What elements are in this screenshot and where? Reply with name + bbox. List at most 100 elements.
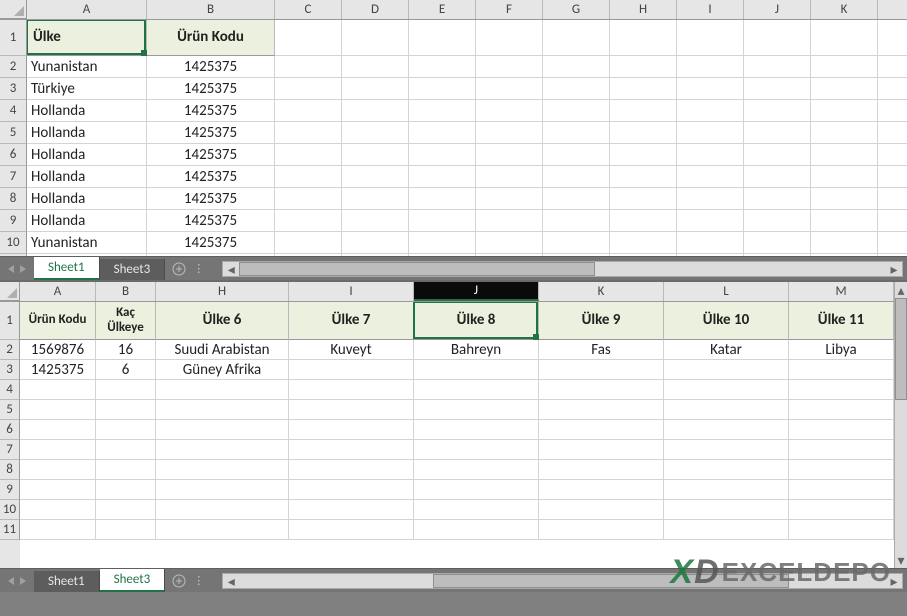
cell-A7[interactable]: Hollanda: [27, 166, 147, 188]
cell-I2[interactable]: [677, 56, 744, 78]
cell-L1[interactable]: [878, 20, 907, 56]
cell-H9[interactable]: [156, 480, 289, 500]
cell-H2[interactable]: [610, 56, 677, 78]
cell-C9[interactable]: [275, 210, 342, 232]
cell-L3[interactable]: [664, 360, 789, 380]
cell-J10[interactable]: [744, 232, 811, 254]
row-header-7[interactable]: 7: [0, 166, 27, 188]
cell-B9[interactable]: 1425375: [147, 210, 275, 232]
cell-I6[interactable]: [677, 144, 744, 166]
column-header-A[interactable]: A: [20, 282, 96, 301]
row-header-9[interactable]: 9: [0, 210, 27, 232]
cell-J4[interactable]: [744, 100, 811, 122]
cell-H8[interactable]: [156, 460, 289, 480]
cell-A1[interactable]: Ülke: [27, 20, 147, 56]
select-all-corner[interactable]: [0, 282, 20, 301]
cell-E3[interactable]: [409, 78, 476, 100]
sheet-tab-sheet3[interactable]: Sheet3: [100, 259, 166, 280]
cell-K10[interactable]: [811, 232, 878, 254]
cell-M5[interactable]: [789, 400, 894, 420]
cell-K1[interactable]: [811, 20, 878, 56]
cell-I3[interactable]: [289, 360, 414, 380]
cell-K5[interactable]: [811, 122, 878, 144]
new-sheet-button[interactable]: [165, 569, 193, 592]
cell-F2[interactable]: [476, 56, 543, 78]
row-header-8[interactable]: 8: [0, 188, 27, 210]
cell-B7[interactable]: 1425375: [147, 166, 275, 188]
cell-H2[interactable]: Suudi Arabistan: [156, 340, 289, 360]
cell-F1[interactable]: [476, 20, 543, 56]
cell-A3[interactable]: 1425375: [20, 360, 96, 380]
cell-I7[interactable]: [677, 166, 744, 188]
cell-G10[interactable]: [543, 232, 610, 254]
cell-J3[interactable]: [744, 78, 811, 100]
scroll-right-arrow-icon[interactable]: ▸: [886, 262, 902, 276]
cell-B6[interactable]: 1425375: [147, 144, 275, 166]
scroll-left-arrow-icon[interactable]: ◂: [223, 262, 239, 276]
cell-K5[interactable]: [539, 400, 664, 420]
cell-L6[interactable]: [878, 144, 907, 166]
cell-I4[interactable]: [677, 100, 744, 122]
row-header-2[interactable]: 2: [0, 340, 20, 360]
cell-G1[interactable]: [543, 20, 610, 56]
cell-J1[interactable]: Ülke 8: [414, 302, 539, 340]
cell-A10[interactable]: [20, 500, 96, 520]
cell-A2[interactable]: Yunanistan: [27, 56, 147, 78]
cell-I5[interactable]: [289, 400, 414, 420]
cell-H8[interactable]: [610, 188, 677, 210]
row-header-5[interactable]: 5: [0, 122, 27, 144]
tab-nav[interactable]: [0, 257, 34, 280]
column-header-B[interactable]: B: [147, 0, 275, 19]
cell-K6[interactable]: [811, 144, 878, 166]
cell-F5[interactable]: [476, 122, 543, 144]
cell-A4[interactable]: Hollanda: [27, 100, 147, 122]
cell-A3[interactable]: Türkiye: [27, 78, 147, 100]
scroll-down-arrow-icon[interactable]: ▾: [895, 552, 907, 568]
cell-E6[interactable]: [409, 144, 476, 166]
row-header-6[interactable]: 6: [0, 144, 27, 166]
cell-J4[interactable]: [414, 380, 539, 400]
cell-A5[interactable]: Hollanda: [27, 122, 147, 144]
cell-G2[interactable]: [543, 56, 610, 78]
cell-K8[interactable]: [539, 460, 664, 480]
cell-A1[interactable]: Ürün Kodu: [20, 302, 96, 340]
column-header-A[interactable]: A: [27, 0, 147, 19]
cell-A6[interactable]: [20, 420, 96, 440]
column-header-J[interactable]: J: [744, 0, 811, 19]
column-header-E[interactable]: E: [409, 0, 476, 19]
cell-J3[interactable]: [414, 360, 539, 380]
cell-I8[interactable]: [289, 460, 414, 480]
sheet-tab-sheet3[interactable]: Sheet3: [100, 569, 166, 592]
cell-A5[interactable]: [20, 400, 96, 420]
cell-H7[interactable]: [156, 440, 289, 460]
cell-C4[interactable]: [275, 100, 342, 122]
cell-L11[interactable]: [664, 520, 789, 540]
cell-H3[interactable]: [610, 78, 677, 100]
bottom-grid[interactable]: Ürün KoduKaç ÜlkeyeÜlke 6Ülke 7Ülke 8Ülk…: [20, 302, 894, 568]
cell-B5[interactable]: 1425375: [147, 122, 275, 144]
cell-K3[interactable]: [539, 360, 664, 380]
cell-K4[interactable]: [811, 100, 878, 122]
cell-B3[interactable]: 1425375: [147, 78, 275, 100]
cell-K7[interactable]: [811, 166, 878, 188]
column-header-H[interactable]: H: [156, 282, 289, 301]
cell-I3[interactable]: [677, 78, 744, 100]
cell-F8[interactable]: [476, 188, 543, 210]
row-header-1[interactable]: 1: [0, 20, 27, 56]
cell-J8[interactable]: [414, 460, 539, 480]
cell-J9[interactable]: [744, 210, 811, 232]
cell-E1[interactable]: [409, 20, 476, 56]
cell-B8[interactable]: 1425375: [147, 188, 275, 210]
scroll-left-arrow-icon[interactable]: ◂: [223, 574, 239, 588]
cell-L6[interactable]: [664, 420, 789, 440]
row-header-8[interactable]: 8: [0, 460, 20, 480]
column-header-B[interactable]: B: [96, 282, 156, 301]
cell-B7[interactable]: [96, 440, 156, 460]
cell-L4[interactable]: [664, 380, 789, 400]
cell-H1[interactable]: [610, 20, 677, 56]
cell-D5[interactable]: [342, 122, 409, 144]
tab-next-icon[interactable]: [20, 265, 26, 273]
cell-H4[interactable]: [156, 380, 289, 400]
cell-D10[interactable]: [342, 232, 409, 254]
cell-I2[interactable]: Kuveyt: [289, 340, 414, 360]
